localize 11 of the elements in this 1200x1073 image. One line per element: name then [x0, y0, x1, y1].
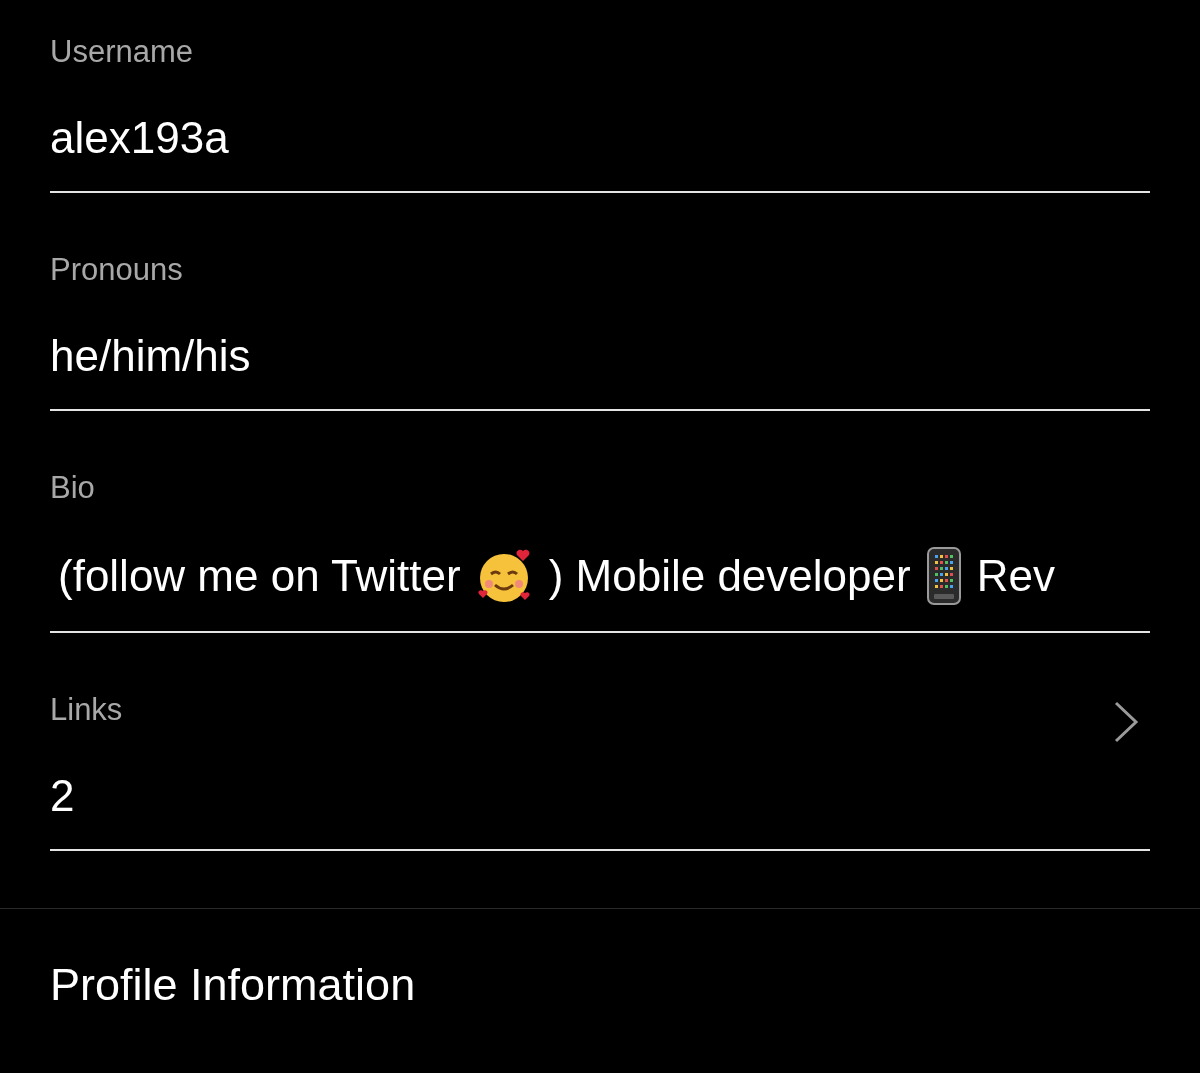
- field-label: Links: [50, 691, 124, 729]
- phone-icon: [924, 546, 963, 606]
- link-count[interactable]: 2: [50, 768, 1112, 824]
- bio-field[interactable]: (follow me on Twitter ) Mobile developer Rev: [50, 546, 1150, 606]
- input-field[interactable]: he/him/his: [50, 328, 1150, 384]
- section-title: Profile Information: [49, 958, 417, 1012]
- field-label: Bio: [50, 469, 96, 507]
- field-label: Username: [50, 33, 194, 71]
- input-field[interactable]: alex193a: [50, 110, 1150, 166]
- field-label: Pronouns: [50, 251, 184, 289]
- chevron-right-icon[interactable]: [1112, 700, 1140, 744]
